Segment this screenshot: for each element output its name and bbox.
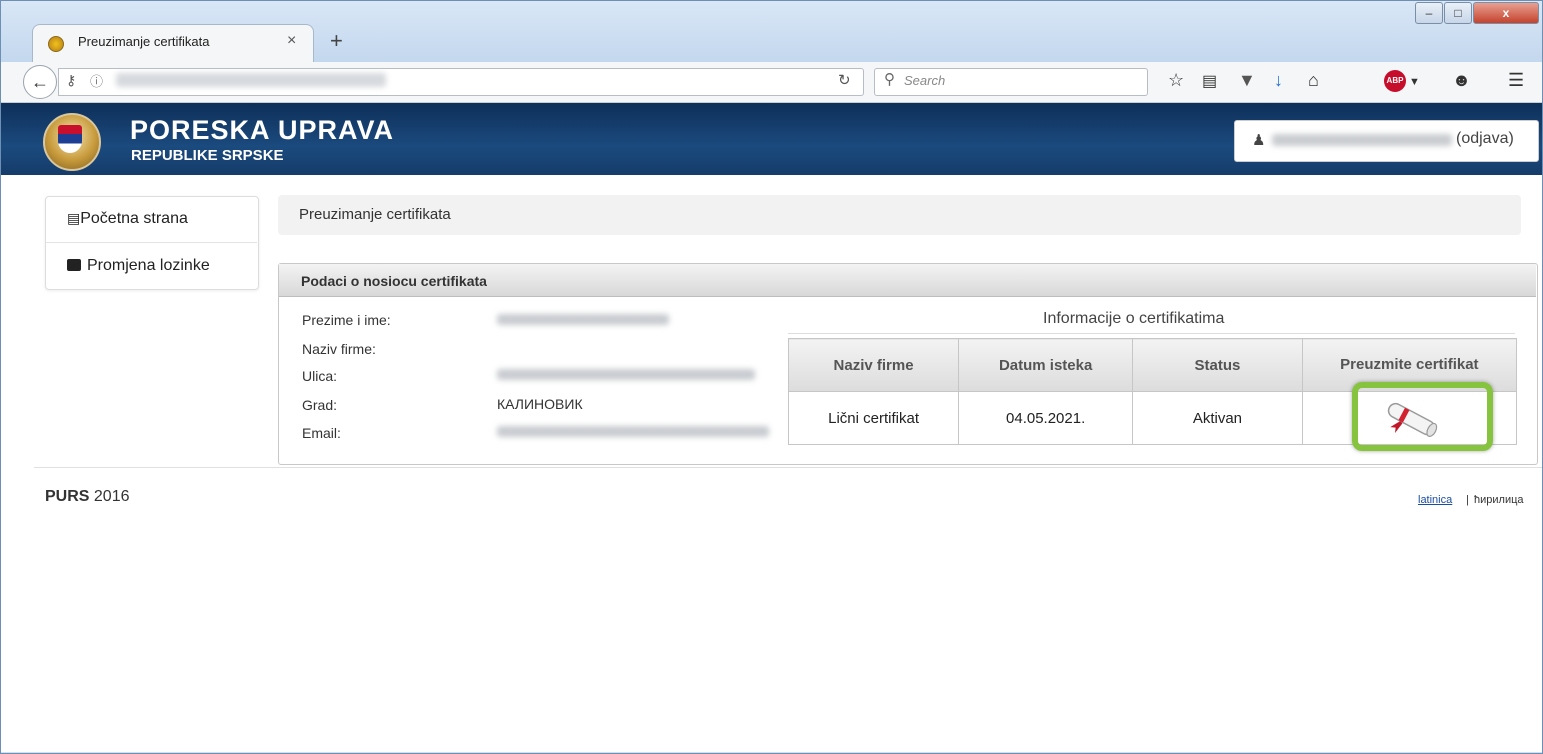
sidebar-item-promjena-lozinke[interactable]: Promjena lozinke	[67, 257, 210, 275]
key-icon[interactable]: ⚷	[66, 72, 76, 89]
cell-naziv: Lični certifikat	[787, 391, 960, 445]
sidebar-divider	[46, 242, 257, 243]
url-text-blurred	[116, 73, 386, 87]
col-naziv-firme: Naziv firme	[787, 338, 960, 392]
logout-link[interactable]: (odjava)	[1456, 130, 1514, 148]
site-favicon-icon	[48, 36, 64, 52]
reading-list-icon[interactable]: ▤	[1202, 71, 1217, 91]
footer-year: 2016	[93, 488, 130, 505]
menu-icon[interactable]: ☰	[1508, 70, 1524, 91]
new-tab-button[interactable]: +	[330, 28, 343, 54]
lang-separator: |	[1466, 494, 1469, 506]
panel-title: Podaci o nosiocu certifikata	[301, 273, 487, 289]
pocket-icon[interactable]: ▼	[1238, 70, 1256, 91]
info-icon[interactable]: ⓘ	[90, 71, 103, 90]
briefcase-icon	[67, 259, 81, 271]
label-grad: Grad:	[302, 397, 338, 413]
col-status: Status	[1132, 338, 1303, 392]
lang-switch-cirilica[interactable]: ћирилица	[1474, 494, 1524, 506]
certificates-info-title: Informacije o certifikatima	[1043, 310, 1225, 327]
label-email: Email:	[302, 425, 341, 441]
search-placeholder: Search	[904, 73, 946, 88]
lang-switch-latinica[interactable]: latinica	[1418, 494, 1452, 506]
reload-icon[interactable]: ↻	[838, 71, 851, 89]
breadcrumb-text: Preuzimanje certifikata	[299, 206, 451, 223]
tab-close-icon[interactable]: ×	[287, 32, 296, 50]
value-ulica-blurred	[497, 369, 755, 380]
search-icon: ⚲	[884, 71, 895, 88]
sidebar-item-label: Početna strana	[80, 210, 188, 227]
home-icon[interactable]: ⌂	[1308, 70, 1319, 91]
label-naziv-firme: Naziv firme:	[302, 341, 376, 357]
col-datum-isteka: Datum isteka	[958, 338, 1134, 392]
cell-status: Aktivan	[1132, 391, 1303, 445]
brand-subtitle: REPUBLIKE SRPSKE	[131, 147, 284, 164]
chevron-down-icon[interactable]: ▼	[1409, 76, 1420, 88]
footer-divider	[34, 467, 1542, 468]
list-icon: ▤	[67, 210, 81, 226]
certificate-scroll-icon[interactable]	[1370, 398, 1452, 442]
info-divider	[788, 333, 1515, 334]
logo-shield-icon	[58, 125, 82, 153]
label-prezime: Prezime i ime:	[302, 312, 391, 328]
download-icon[interactable]: ↓	[1274, 70, 1283, 91]
user-name-blurred	[1272, 134, 1452, 146]
footer-brand: PURS	[45, 488, 90, 505]
sidebar-item-pocetna[interactable]: ▤Početna strana	[67, 210, 188, 228]
minimize-button[interactable]: –	[1415, 2, 1443, 24]
tab-title: Preuzimanje certifikata	[78, 34, 210, 49]
label-ulica: Ulica:	[302, 368, 338, 384]
chat-icon[interactable]: ☻	[1452, 70, 1471, 91]
cell-datum: 04.05.2021.	[958, 391, 1134, 445]
value-grad: КАЛИНОВИК	[497, 396, 583, 412]
brand-title: PORESKA UPRAVA	[130, 115, 395, 145]
lang-latinica-link[interactable]: latinica	[1418, 494, 1452, 506]
user-icon: ♟	[1252, 132, 1266, 149]
back-arrow-icon[interactable]: ←	[23, 65, 57, 99]
adblock-icon[interactable]: ABP	[1384, 70, 1406, 92]
value-email-blurred	[497, 426, 769, 437]
value-prezime-blurred	[497, 314, 669, 325]
star-icon[interactable]: ☆	[1168, 70, 1184, 91]
breadcrumb	[278, 195, 1521, 235]
sidebar-item-label: Promjena lozinke	[87, 257, 210, 274]
close-window-button[interactable]: x	[1473, 2, 1539, 24]
footer-copyright: PURS 2016	[45, 488, 130, 506]
maximize-button[interactable]: □	[1444, 2, 1472, 24]
